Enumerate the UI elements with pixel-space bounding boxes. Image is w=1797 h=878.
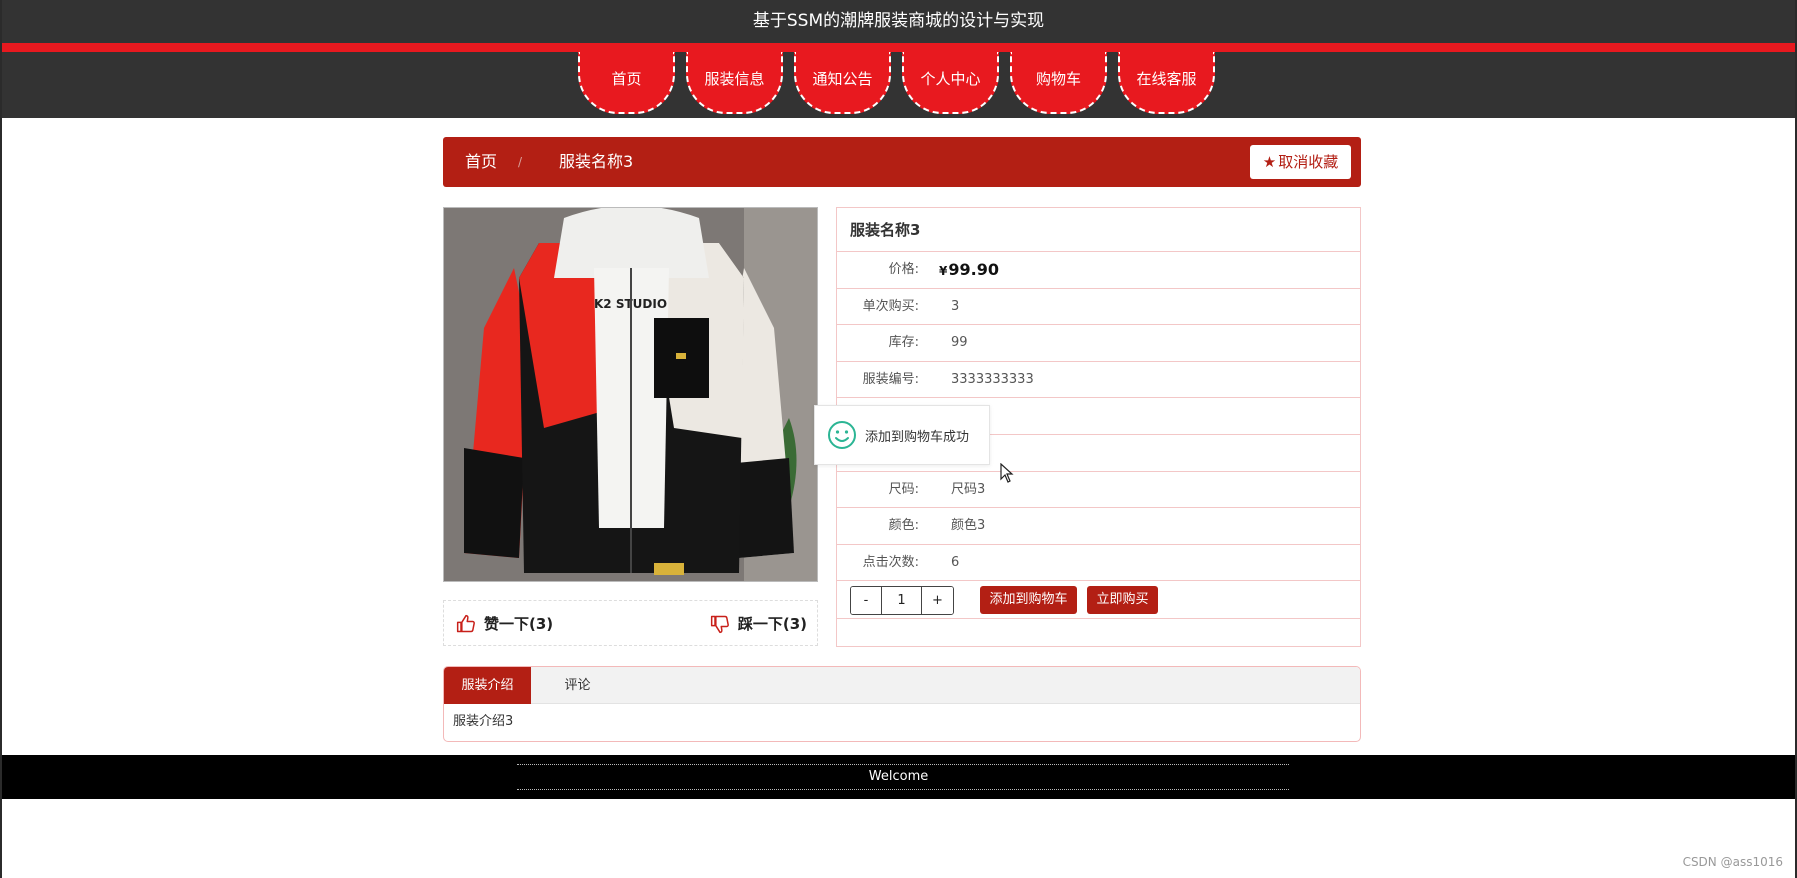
- detail-label: 单次购买:: [862, 298, 919, 314]
- dislike-button[interactable]: 踩一下(3): [710, 601, 807, 647]
- detail-value: 99: [951, 335, 968, 351]
- detail-row-purchase-limit: 单次购买: 3: [837, 289, 1360, 326]
- breadcrumb-home[interactable]: 首页: [465, 137, 497, 187]
- price-value: ¥99.90: [939, 252, 999, 289]
- quantity-decrease-button[interactable]: -: [851, 587, 882, 615]
- tab-description[interactable]: 服装介绍: [444, 667, 531, 704]
- thumbs-up-icon: [456, 614, 475, 633]
- detail-value: 3: [951, 298, 960, 314]
- detail-row-stock: 库存: 99: [837, 325, 1360, 362]
- detail-value: 6: [951, 554, 960, 570]
- smile-icon: [828, 421, 856, 449]
- nav-notices[interactable]: 通知公告: [794, 52, 891, 114]
- currency-symbol: ¥: [939, 264, 948, 278]
- detail-label: 尺码:: [888, 481, 919, 497]
- product-tabs: 服装介绍 评论 服装介绍3: [443, 666, 1361, 742]
- toast-notification: 添加到购物车成功: [814, 405, 990, 465]
- detail-row-product-code: 服装编号: 3333333333: [837, 362, 1360, 399]
- detail-label: 库存:: [888, 335, 919, 351]
- price-label: 价格:: [888, 262, 919, 277]
- unfavorite-button[interactable]: ★ 取消收藏: [1250, 145, 1351, 179]
- tab-bar: 服装介绍 评论: [444, 667, 1360, 704]
- detail-row-clicks: 点击次数: 6: [837, 545, 1360, 582]
- product-name: 服装名称3: [837, 208, 1360, 252]
- nav-cart[interactable]: 购物车: [1010, 52, 1107, 114]
- quantity-stepper: - 1 +: [850, 586, 954, 616]
- breadcrumb: 首页 / 服装名称3 ★ 取消收藏: [443, 137, 1361, 187]
- dislike-label: 踩一下(3): [737, 615, 807, 633]
- main-nav: 首页 服装信息 通知公告 个人中心 购物车 在线客服: [2, 52, 1795, 118]
- nav-support[interactable]: 在线客服: [1118, 52, 1215, 114]
- footer: Welcome: [2, 755, 1795, 799]
- tab-reviews[interactable]: 评论: [531, 667, 624, 704]
- detail-value: 3333333333: [951, 371, 1034, 387]
- detail-value: 颜色3: [951, 518, 986, 534]
- mouse-cursor-icon: [1000, 463, 1014, 483]
- quantity-increase-button[interactable]: +: [922, 587, 953, 615]
- detail-value: 尺码3: [951, 481, 986, 497]
- page: 基于SSM的潮牌服装商城的设计与实现 首页 服装信息 通知公告 个人中心 购物车…: [0, 0, 1797, 878]
- site-title: 基于SSM的潮牌服装商城的设计与实现: [2, 0, 1795, 43]
- unfavorite-label: 取消收藏: [1278, 153, 1339, 171]
- quantity-input[interactable]: 1: [882, 587, 922, 615]
- add-to-cart-button[interactable]: 添加到购物车: [980, 586, 1077, 615]
- detail-label: 颜色:: [888, 518, 919, 534]
- breadcrumb-separator: /: [518, 155, 523, 169]
- header-accent-line: [2, 43, 1795, 52]
- star-icon: ★: [1262, 153, 1277, 171]
- nav-home[interactable]: 首页: [578, 52, 675, 114]
- vote-bar: 赞一下(3) 踩一下(3): [443, 600, 818, 646]
- nav-clothing[interactable]: 服装信息: [686, 52, 783, 114]
- nav-profile[interactable]: 个人中心: [902, 52, 999, 114]
- like-button[interactable]: 赞一下(3): [456, 601, 553, 647]
- window-border-left: [0, 0, 2, 878]
- detail-row-price: 价格: ¥99.90: [837, 252, 1360, 289]
- like-label: 赞一下(3): [484, 615, 554, 633]
- thumbs-down-icon: [710, 615, 729, 634]
- footer-welcome: Welcome: [868, 769, 929, 784]
- jacket-illustration: K2 STUDIO: [444, 208, 817, 581]
- tab-content: 服装介绍3: [453, 714, 514, 729]
- detail-row-size: 尺码: 尺码3: [837, 472, 1360, 509]
- product-image: K2 STUDIO: [443, 207, 818, 582]
- detail-row-color: 颜色: 颜色3: [837, 508, 1360, 545]
- buy-now-button[interactable]: 立即购买: [1087, 586, 1158, 615]
- detail-label: 服装编号:: [862, 371, 919, 387]
- detail-label: 点击次数:: [862, 554, 919, 570]
- watermark: CSDN @ass1016: [1682, 855, 1783, 869]
- breadcrumb-current: 服装名称3: [559, 152, 634, 171]
- purchase-actions: - 1 + 添加到购物车 立即购买: [837, 581, 1360, 620]
- price-amount: 99.90: [948, 260, 999, 279]
- toast-message: 添加到购物车成功: [865, 429, 970, 445]
